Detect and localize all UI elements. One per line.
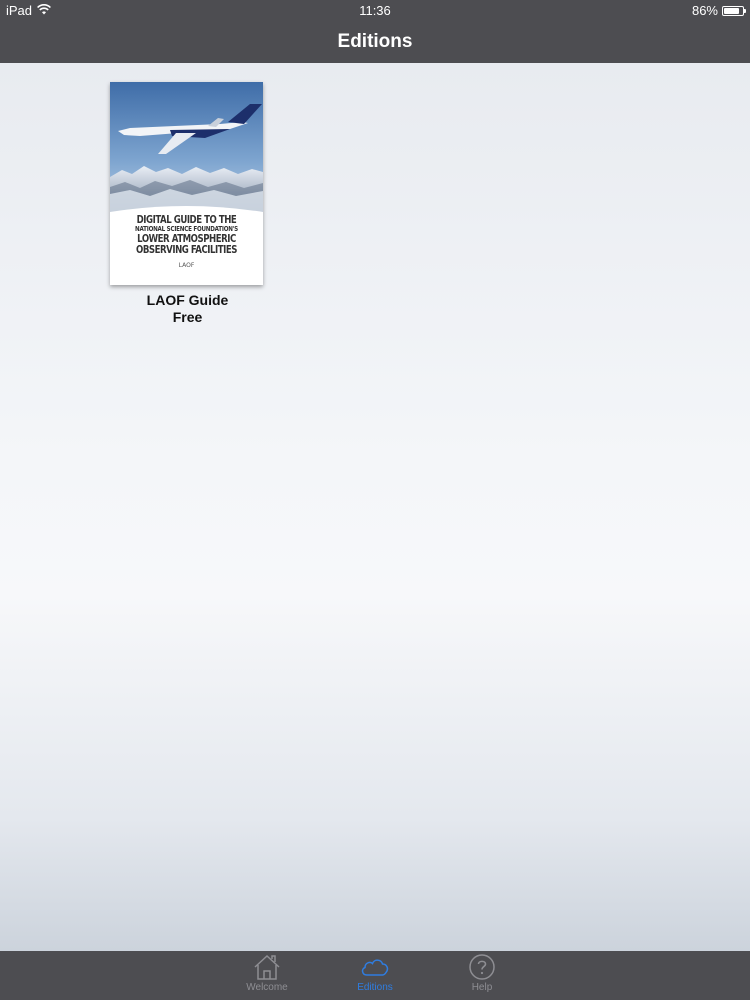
battery-icon [722,5,746,16]
status-time: 11:36 [359,3,391,18]
help-circle-icon [452,953,512,981]
edition-item[interactable]: DIGITAL GUIDE TO THE NATIONAL SCIENCE FO… [110,82,265,326]
cloud-icon [345,953,405,981]
status-bar: iPad 11:36 86% [0,0,750,20]
navigation-bar: iPad 11:36 86% Editions [0,0,750,63]
battery-percentage: 86% [691,3,718,18]
cover-title: DIGITAL GUIDE TO THE NATIONAL SCIENCE FO… [110,214,263,269]
tab-welcome-label: Welcome [246,982,288,993]
cover-logo: LAOF [178,261,195,269]
tab-help[interactable]: Help [452,953,512,993]
edition-cover[interactable]: DIGITAL GUIDE TO THE NATIONAL SCIENCE FO… [110,82,263,285]
page-title: Editions [337,31,413,52]
edition-price: Free [172,309,203,325]
editions-grid: DIGITAL GUIDE TO THE NATIONAL SCIENCE FO… [0,63,750,951]
tab-welcome[interactable]: Welcome [237,953,297,993]
tab-bar: Welcome Editions Help [0,951,750,1000]
home-icon [237,953,297,981]
tab-editions-label: Editions [357,982,393,993]
edition-title[interactable]: LAOF Guide [110,292,265,309]
tab-editions[interactable]: Editions [345,953,405,993]
tab-help-label: Help [471,982,493,993]
